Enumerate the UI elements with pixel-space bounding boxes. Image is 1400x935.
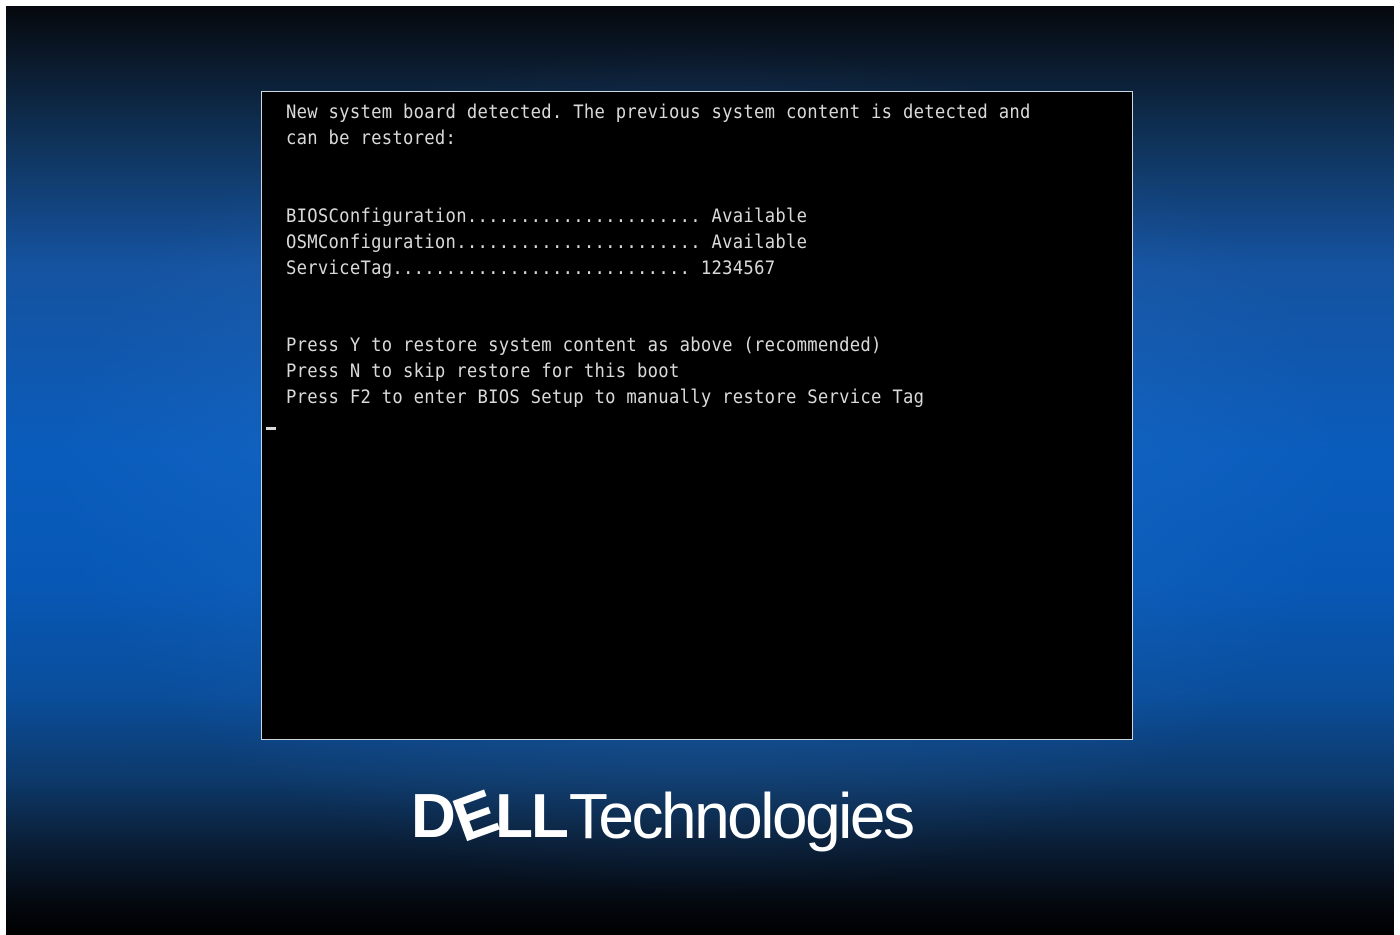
dell-technologies-logo: D E LL Technologies: [411, 776, 915, 856]
item-status: Available: [711, 206, 808, 227]
restore-console: New system board detected. The previous …: [261, 91, 1133, 740]
item-status: 1234567: [700, 258, 776, 279]
item-leader-dots: .......................: [456, 232, 701, 253]
item-label: ServiceTag: [286, 258, 393, 279]
dell-wordmark: D E LL: [411, 777, 569, 855]
item-service-tag: ServiceTag............................ 1…: [286, 258, 775, 280]
item-osm-configuration: OSMConfiguration....................... …: [286, 232, 807, 254]
intro-line-2: can be restored:: [286, 128, 457, 149]
item-leader-dots: ......................: [466, 206, 701, 227]
item-leader-dots: ............................: [392, 258, 691, 279]
item-label: OSMConfiguration: [286, 232, 457, 253]
technologies-wordmark: Technologies: [568, 780, 915, 852]
item-bios-configuration: BIOSConfiguration...................... …: [286, 206, 807, 228]
option-skip-n: Press N to skip restore for this boot: [286, 361, 680, 382]
item-label: BIOSConfiguration: [286, 206, 467, 227]
dell-letters-ll: LL: [495, 781, 569, 851]
intro-line-1: New system board detected. The previous …: [286, 102, 1031, 123]
boot-screen: New system board detected. The previous …: [6, 6, 1394, 935]
item-status: Available: [711, 232, 808, 253]
option-bios-setup-f2: Press F2 to enter BIOS Setup to manually…: [286, 387, 925, 408]
option-restore-y: Press Y to restore system content as abo…: [286, 335, 882, 356]
text-cursor[interactable]: [266, 427, 276, 430]
